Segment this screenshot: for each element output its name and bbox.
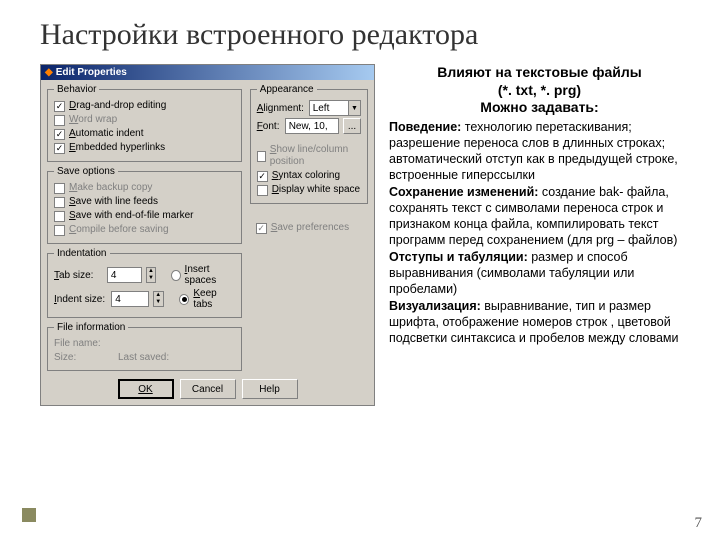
- group-indentation: Indentation Tab size: 4 ▲▼ Insert spaces: [47, 248, 242, 318]
- font-input[interactable]: Courier New, 10, N,: [285, 118, 339, 134]
- group-save: Save options Make backup copy Save with …: [47, 166, 242, 244]
- alignment-label: Alignment:: [257, 103, 305, 114]
- checkbox-syntax[interactable]: ✓Syntax coloring: [257, 170, 361, 182]
- checkbox-backup[interactable]: Make backup copy: [54, 182, 235, 194]
- group-fileinfo: File information File name: Size: Last s…: [47, 322, 242, 371]
- radio-insert-spaces[interactable]: [171, 270, 181, 281]
- checkbox-whitespace[interactable]: Display white space: [257, 184, 361, 196]
- footer-accent-icon: [22, 508, 36, 522]
- indentsize-spinner[interactable]: ▲▼: [153, 291, 164, 307]
- fox-icon: ◆: [45, 67, 53, 78]
- dialog-titlebar: ◆ Edit Properties: [41, 65, 374, 80]
- indentsize-label: Indent size:: [54, 294, 107, 305]
- group-appearance: Appearance Alignment: Left ▼ Font: Co: [250, 84, 368, 204]
- checkbox-linecol[interactable]: Show line/column position: [257, 144, 361, 168]
- chevron-down-icon: ▼: [348, 101, 360, 115]
- checkbox-linefeeds[interactable]: Save with line feeds: [54, 196, 235, 208]
- font-browse-button[interactable]: ...: [343, 118, 361, 134]
- checkbox-eof[interactable]: Save with end-of-file marker: [54, 210, 235, 222]
- group-behavior: Behavior ✓Drag-and-drop editing Word wra…: [47, 84, 242, 162]
- filename-label: File name:: [54, 338, 235, 350]
- alignment-combo[interactable]: Left ▼: [309, 100, 361, 116]
- font-label: Font:: [257, 121, 281, 132]
- tabsize-label: Tab size:: [54, 270, 103, 281]
- help-button[interactable]: Help: [242, 379, 298, 399]
- edit-properties-dialog: ◆ Edit Properties Behavior ✓Drag-and-dro…: [40, 64, 375, 406]
- radio-keep-tabs[interactable]: [179, 294, 189, 305]
- checkbox-wordwrap[interactable]: Word wrap: [54, 114, 235, 126]
- group-save-legend: Save options: [54, 166, 118, 177]
- checkbox-hyperlinks[interactable]: ✓Embedded hyperlinks: [54, 142, 235, 154]
- cancel-button[interactable]: Cancel: [180, 379, 236, 399]
- group-behavior-legend: Behavior: [54, 84, 99, 95]
- size-label: Size:: [54, 352, 114, 363]
- explanation-text: Влияют на текстовые файлы (*. txt, *. pr…: [389, 64, 690, 406]
- lastsaved-label: Last saved:: [118, 352, 169, 363]
- checkbox-saveprefs[interactable]: ✓Save preferences: [256, 222, 368, 234]
- checkbox-autoindent[interactable]: ✓Automatic indent: [54, 128, 235, 140]
- tabsize-spinner[interactable]: ▲▼: [146, 267, 156, 283]
- checkbox-dragdrop[interactable]: ✓Drag-and-drop editing: [54, 100, 235, 112]
- group-fileinfo-legend: File information: [54, 322, 128, 333]
- tabsize-input[interactable]: 4: [107, 267, 142, 283]
- page-number: 7: [695, 515, 703, 532]
- checkbox-compile[interactable]: Compile before saving: [54, 224, 235, 236]
- indentsize-input[interactable]: 4: [111, 291, 148, 307]
- dialog-title: Edit Properties: [56, 67, 127, 78]
- group-appearance-legend: Appearance: [257, 84, 317, 95]
- slide-title: Настройки встроенного редактора: [40, 18, 690, 52]
- ok-button[interactable]: OK: [118, 379, 174, 399]
- group-indent-legend: Indentation: [54, 248, 110, 259]
